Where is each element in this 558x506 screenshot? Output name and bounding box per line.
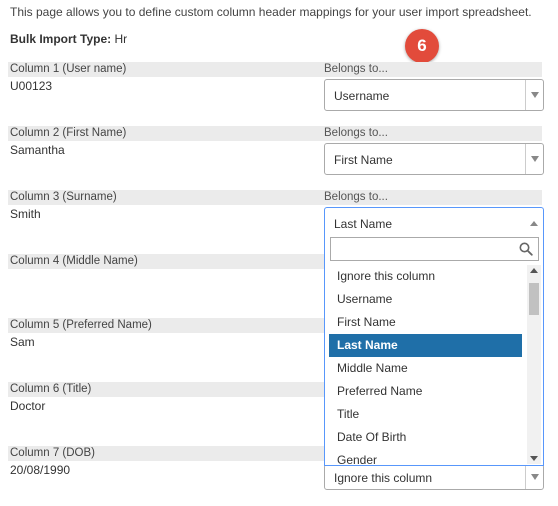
dropdown-search bbox=[330, 237, 539, 261]
column-label: Column 1 (User name) bbox=[10, 63, 127, 75]
dropdown-option[interactable]: Gender bbox=[329, 449, 522, 464]
column-row-1: Column 1 (User name) U00123 Belongs to..… bbox=[0, 62, 558, 122]
dropdown-option[interactable]: Ignore this column bbox=[329, 265, 522, 288]
belongs-to-label: Belongs to... bbox=[324, 127, 388, 139]
column-label: Column 7 (DOB) bbox=[10, 447, 95, 459]
bulk-import-type-label: Bulk Import Type: bbox=[10, 32, 112, 46]
dropdown-option[interactable]: Date Of Birth bbox=[329, 426, 522, 449]
column-sample-value: 20/08/1990 bbox=[10, 463, 71, 477]
column-sample-value: U00123 bbox=[10, 79, 53, 93]
column-label: Column 4 (Middle Name) bbox=[10, 255, 138, 267]
chevron-down-icon[interactable] bbox=[525, 465, 543, 489]
mapping-select-value: Ignore this column bbox=[334, 471, 433, 485]
dropdown-scrollbar[interactable] bbox=[527, 265, 541, 464]
dropdown-search-input[interactable] bbox=[331, 238, 511, 260]
column-sample-value: Doctor bbox=[10, 399, 46, 413]
dropdown-option[interactable]: Username bbox=[329, 288, 522, 311]
bulk-import-type-value: Hr bbox=[114, 32, 128, 46]
search-icon bbox=[519, 242, 533, 256]
mapping-select-value: Username bbox=[334, 89, 390, 103]
column-sample-value: Sam bbox=[10, 335, 35, 349]
mapping-dropdown: Ignore this column Username First Name L… bbox=[324, 232, 544, 466]
mapping-select-2[interactable]: First Name bbox=[324, 143, 544, 175]
chevron-down-icon[interactable] bbox=[525, 80, 543, 110]
mapping-select-value: Last Name bbox=[334, 217, 393, 231]
scrollbar-thumb[interactable] bbox=[529, 283, 539, 315]
bulk-import-type: Bulk Import Type: Hr bbox=[10, 32, 127, 46]
mapping-select-7[interactable]: Ignore this column bbox=[324, 464, 544, 490]
column-label: Column 3 (Surname) bbox=[10, 191, 117, 203]
mapping-select-value: First Name bbox=[334, 153, 393, 167]
column-label: Column 5 (Preferred Name) bbox=[10, 319, 152, 331]
column-label: Column 2 (First Name) bbox=[10, 127, 127, 139]
dropdown-options: Ignore this column Username First Name L… bbox=[325, 265, 523, 464]
column-row-2: Column 2 (First Name) Samantha Belongs t… bbox=[0, 126, 558, 186]
dropdown-option[interactable]: Title bbox=[329, 403, 522, 426]
dropdown-option[interactable]: Middle Name bbox=[329, 357, 522, 380]
page-description: This page allows you to define custom co… bbox=[10, 5, 532, 19]
column-sample-value: Samantha bbox=[10, 143, 65, 157]
column-sample-value: Smith bbox=[10, 207, 41, 221]
mapping-select-1[interactable]: Username bbox=[324, 79, 544, 111]
step-badge: 6 bbox=[405, 29, 439, 63]
scroll-down-icon[interactable] bbox=[530, 456, 538, 461]
belongs-to-label: Belongs to... bbox=[324, 63, 388, 75]
scroll-up-icon[interactable] bbox=[530, 268, 538, 273]
column-label: Column 6 (Title) bbox=[10, 383, 92, 395]
belongs-to-label: Belongs to... bbox=[324, 191, 388, 203]
dropdown-option-selected[interactable]: Last Name bbox=[329, 334, 522, 357]
chevron-down-icon[interactable] bbox=[525, 144, 543, 174]
dropdown-option[interactable]: First Name bbox=[329, 311, 522, 334]
dropdown-option[interactable]: Preferred Name bbox=[329, 380, 522, 403]
